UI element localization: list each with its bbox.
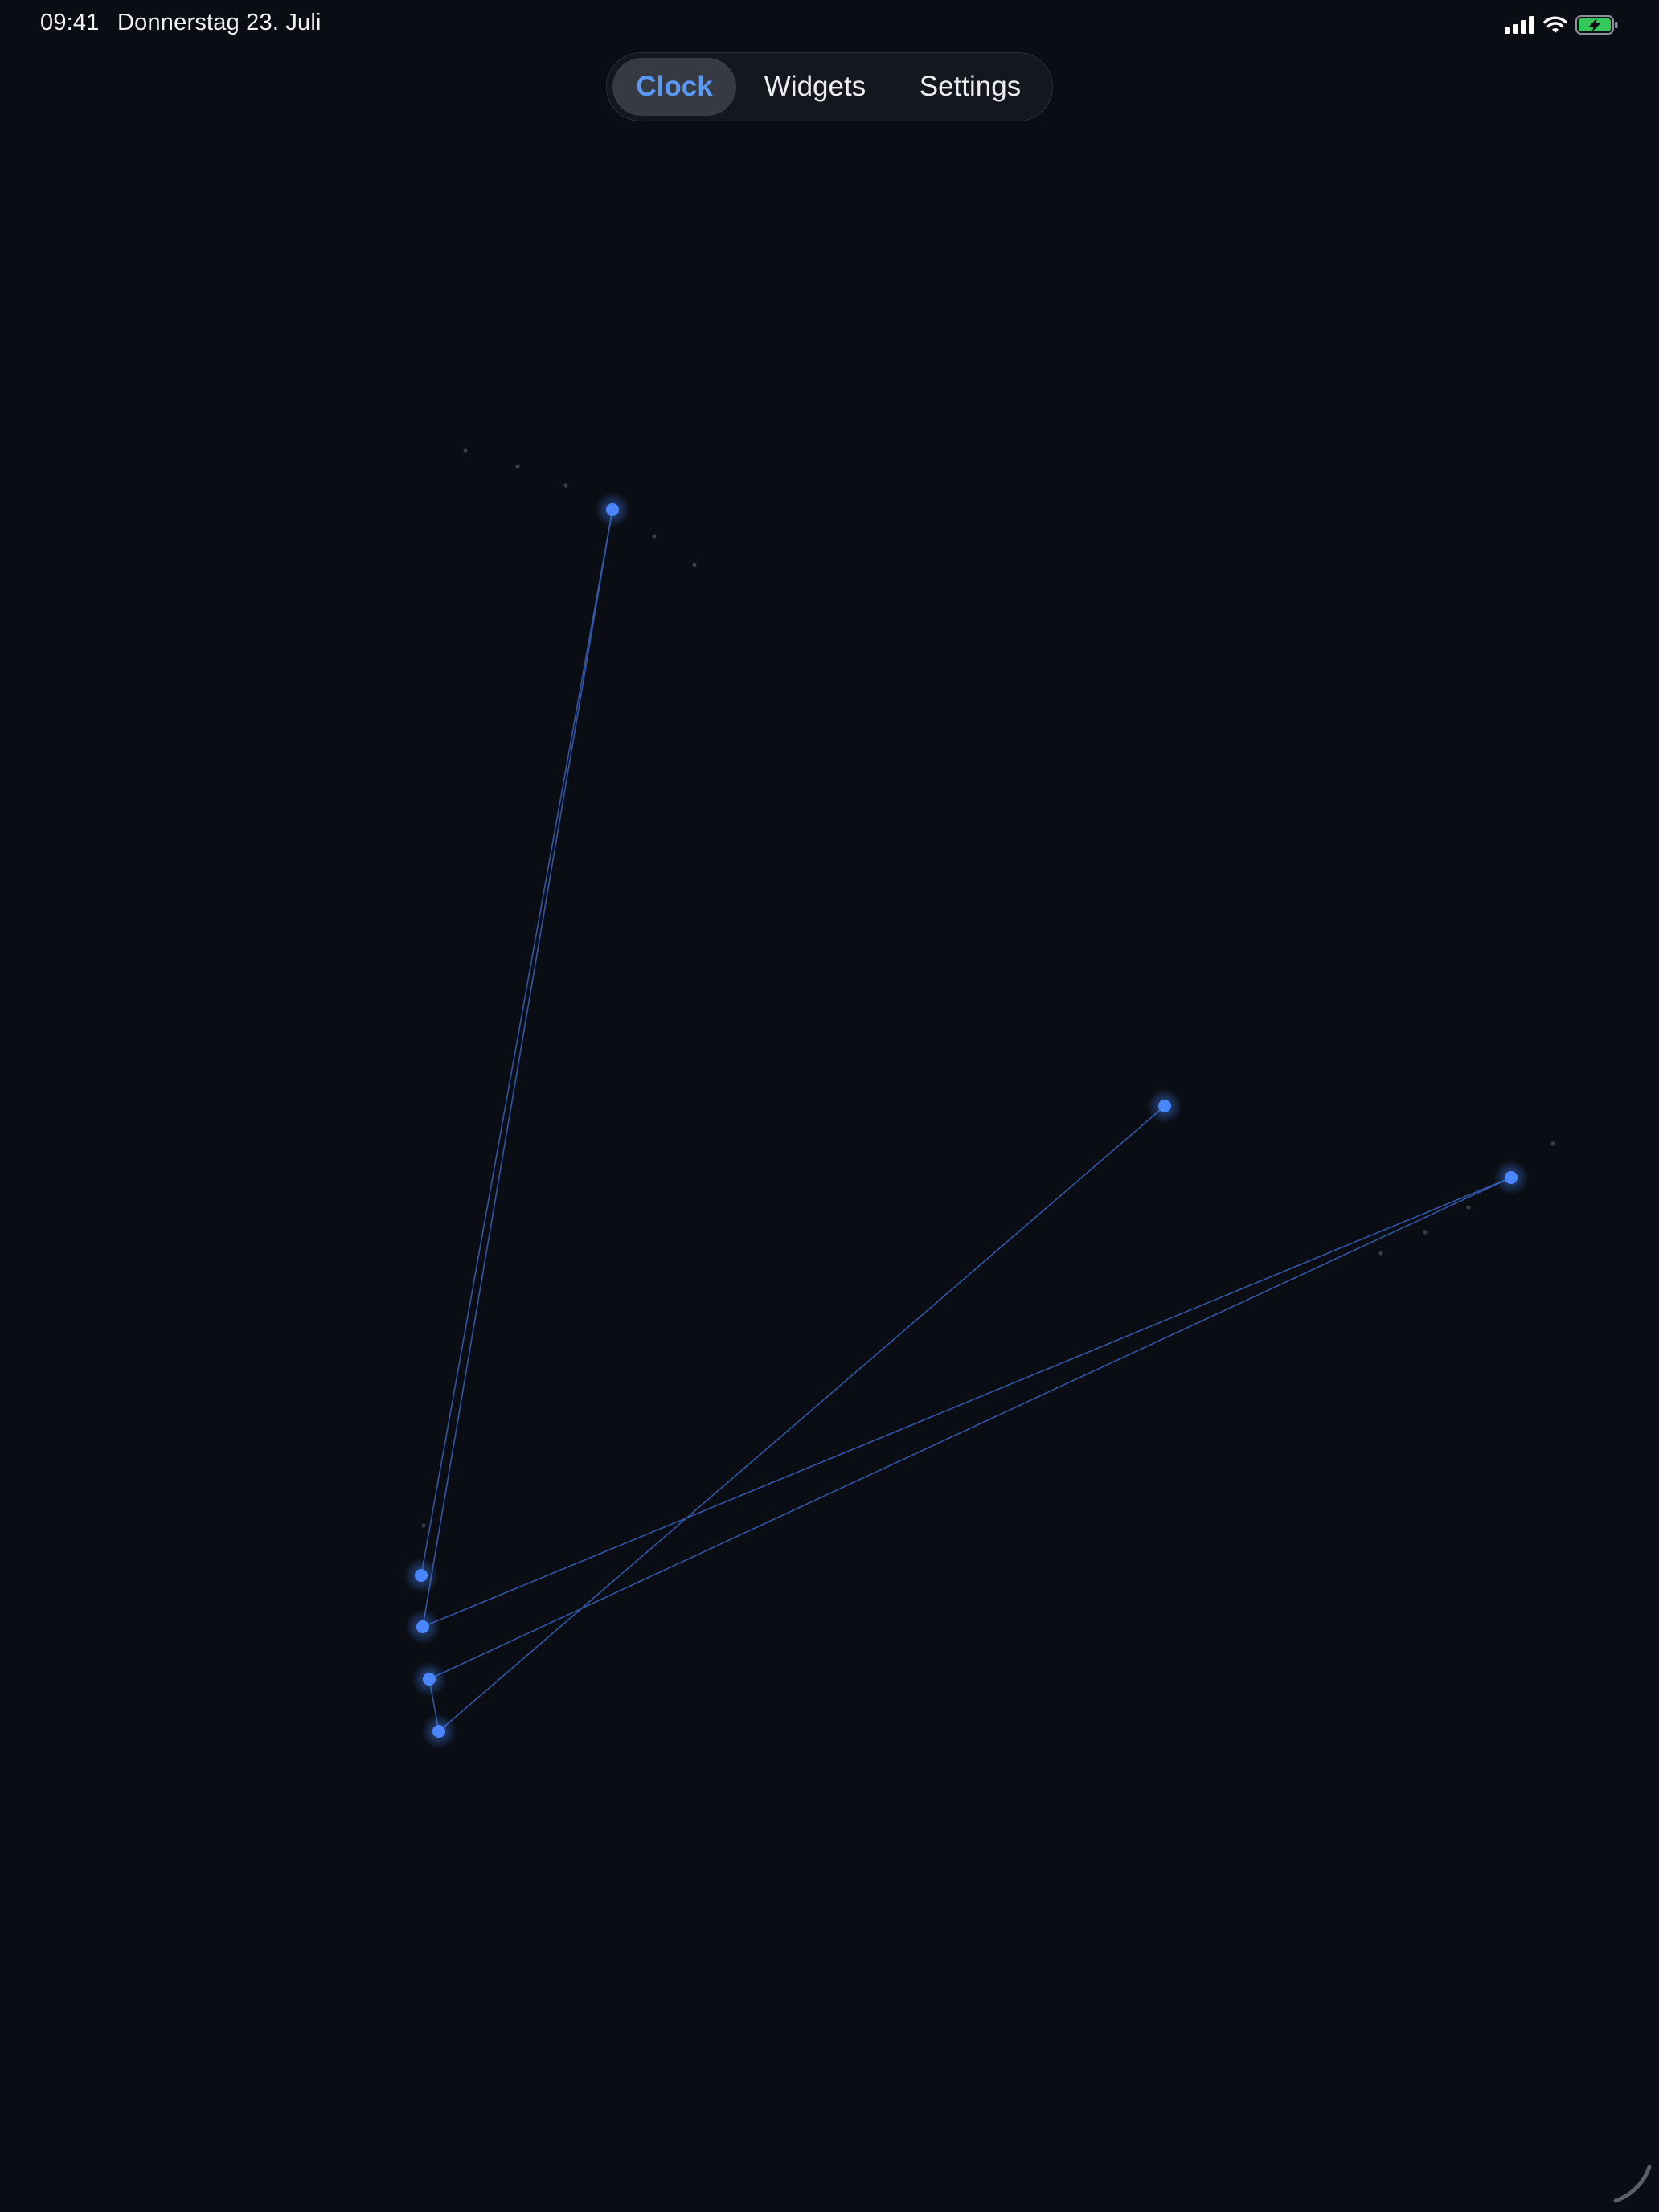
star-node (415, 1569, 428, 1582)
tick-dot (1378, 1251, 1383, 1256)
tick-dot (463, 448, 468, 453)
tick-dot (1466, 1205, 1471, 1210)
tick-dot (515, 464, 520, 469)
star-node (606, 503, 619, 516)
connector-line (422, 1177, 1512, 1628)
connector-line (438, 1105, 1165, 1732)
star-node (423, 1673, 436, 1686)
connector-line (428, 1177, 1512, 1680)
tick-dot (692, 563, 697, 567)
tick-dot (421, 1523, 426, 1528)
star-node (432, 1725, 445, 1738)
connector-line (420, 509, 613, 1576)
tick-dot (1423, 1230, 1428, 1235)
connector-line (422, 509, 613, 1628)
faint-tick-dots (421, 448, 1555, 1528)
constellation-nodes (403, 492, 1529, 1749)
tick-dot (1550, 1141, 1555, 1146)
tick-dot (652, 534, 657, 539)
star-node (1505, 1171, 1518, 1184)
tick-dot (563, 483, 568, 488)
resize-handle-icon[interactable] (1612, 2164, 1653, 2204)
clock-screen: 09:41 Donnerstag 23. Juli Clock Widgets … (0, 0, 1659, 2212)
constellation-clock (403, 448, 1555, 1749)
star-node (1158, 1100, 1171, 1112)
constellation-lines (420, 509, 1512, 1732)
star-node (416, 1620, 429, 1633)
